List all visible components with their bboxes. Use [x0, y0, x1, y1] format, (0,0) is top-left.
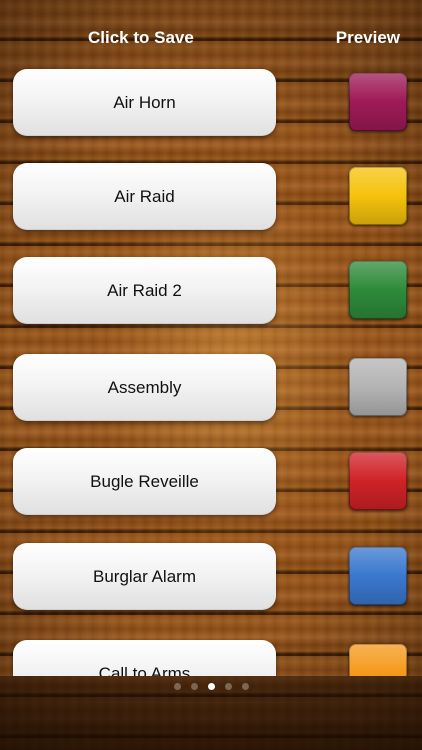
sound-button-label: Air Raid: [114, 186, 175, 206]
page-dot[interactable]: [190, 683, 198, 690]
sound-button-label: Call to Arms: [98, 663, 191, 677]
page-dot[interactable]: [173, 683, 181, 690]
page-dot-active[interactable]: [207, 683, 215, 690]
list-item: Air Horn: [0, 69, 422, 139]
header: Click to Save Preview: [0, 28, 422, 52]
preview-swatch-call-to-arms[interactable]: [349, 644, 407, 676]
page-dot[interactable]: [241, 683, 249, 690]
sound-button-air-horn[interactable]: Air Horn: [13, 69, 276, 136]
sound-button-label: Air Horn: [113, 92, 176, 112]
sound-button-label: Air Raid 2: [107, 280, 182, 300]
page-dot[interactable]: [224, 683, 232, 690]
sound-button-bugle-reveille[interactable]: Bugle Reveille: [13, 448, 276, 515]
list-item: Assembly: [0, 354, 422, 424]
sound-button-call-to-arms[interactable]: Call to Arms: [13, 640, 276, 676]
preview-swatch-burglar-alarm[interactable]: [349, 547, 407, 605]
list-item: Air Raid 2: [0, 257, 422, 327]
sound-button-label: Bugle Reveille: [90, 471, 199, 491]
preview-swatch-air-raid[interactable]: [349, 167, 407, 225]
click-to-save-title: Click to Save: [88, 28, 194, 47]
list-item: Air Raid: [0, 163, 422, 233]
preview-swatch-air-horn[interactable]: [349, 73, 407, 131]
sound-list[interactable]: Air Horn Air Raid Air Raid 2 Assembly Bu…: [0, 0, 422, 676]
list-item: Burglar Alarm: [0, 543, 422, 613]
preview-title: Preview: [335, 28, 400, 47]
preview-swatch-bugle-reveille[interactable]: [349, 452, 407, 510]
page-indicator[interactable]: [0, 683, 422, 693]
sound-button-label: Assembly: [107, 377, 182, 397]
sound-button-assembly[interactable]: Assembly: [13, 354, 276, 421]
preview-swatch-assembly[interactable]: [349, 358, 407, 416]
sound-button-label: Burglar Alarm: [93, 566, 196, 586]
sound-button-air-raid-2[interactable]: Air Raid 2: [13, 257, 276, 324]
preview-swatch-air-raid-2[interactable]: [349, 261, 407, 319]
list-item: Call to Arms: [0, 640, 422, 676]
list-item: Bugle Reveille: [0, 448, 422, 518]
sound-button-air-raid[interactable]: Air Raid: [13, 163, 276, 230]
sound-button-burglar-alarm[interactable]: Burglar Alarm: [13, 543, 276, 610]
